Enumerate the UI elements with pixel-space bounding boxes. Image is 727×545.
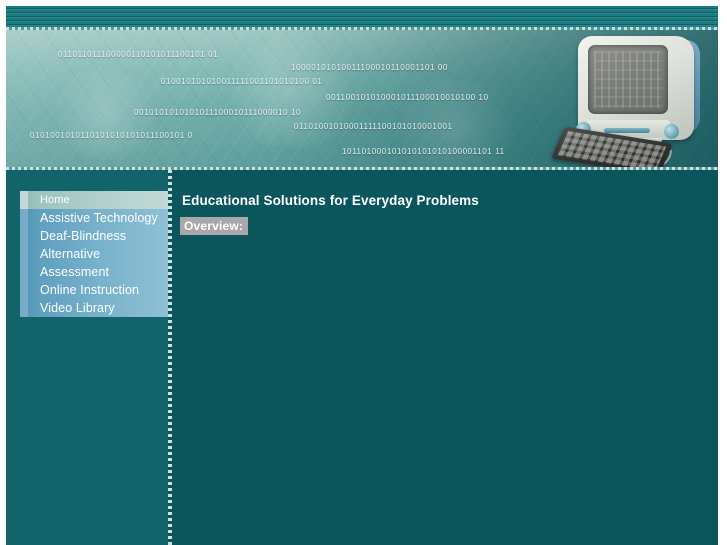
monitor-speaker-right <box>664 124 679 139</box>
main-content: Educational Solutions for Everyday Probl… <box>172 170 718 545</box>
sidebar-item-online-instruction[interactable]: Online Instruction <box>20 281 168 299</box>
sidebar: Home Assistive Technology Deaf-Blindness… <box>6 170 168 545</box>
sidebar-nav: Home Assistive Technology Deaf-Blindness… <box>20 191 168 317</box>
sidebar-item-label: Assistive Technology <box>40 211 158 225</box>
overview-heading: Overview: <box>180 217 249 235</box>
sidebar-item-label: Alternative <box>40 247 101 261</box>
sidebar-item-deaf-blindness[interactable]: Deaf-Blindness <box>20 227 168 245</box>
banner-binary-text: 011011011100000110101011100101 01 <box>58 50 219 59</box>
site-frame: 011011011100000110101011100101 01 100001… <box>6 6 718 545</box>
sidebar-item-home[interactable]: Home <box>20 191 168 209</box>
sidebar-item-label: Video Library <box>40 301 115 315</box>
sidebar-item-video-library[interactable]: Video Library <box>20 299 168 317</box>
page-title: Educational Solutions for Everyday Probl… <box>182 193 479 209</box>
monitor-screen <box>588 45 668 114</box>
site-banner: 011011011100000110101011100101 01 100001… <box>6 30 718 170</box>
sidebar-item-label: Assessment <box>40 265 110 279</box>
screen-noise <box>594 51 662 108</box>
page-root: 011011011100000110101011100101 01 100001… <box>0 0 727 545</box>
sidebar-item-label: Home <box>40 194 70 206</box>
sidebar-item-alternative[interactable]: Alternative <box>20 245 168 263</box>
banner-binary-text: 0010101010101011100010111000010 10 <box>134 108 302 117</box>
banner-binary-text: 10000101010011100010110001101 00 <box>291 63 448 72</box>
top-stripe-band <box>6 6 718 30</box>
banner-binary-text: 01101001010001111100101010001001 <box>294 122 453 131</box>
sidebar-item-label: Online Instruction <box>40 283 140 297</box>
banner-binary-text: 001100101010001011100010010100 10 <box>326 93 489 102</box>
banner-binary-text: 101101000101010101010100001101 11 <box>342 147 505 156</box>
sidebar-item-assessment[interactable]: Assessment <box>20 263 168 281</box>
computer-monitor-image <box>551 32 714 170</box>
sidebar-item-label: Deaf-Blindness <box>40 229 127 243</box>
banner-binary-text: 0101001010110101010101011100101 0 <box>30 131 193 140</box>
banner-binary-text: 010010101010011111001101010100 01 <box>161 77 323 86</box>
monitor-drive-slot <box>604 128 650 133</box>
content-area: Home Assistive Technology Deaf-Blindness… <box>6 170 718 545</box>
sidebar-item-assistive-technology[interactable]: Assistive Technology <box>20 209 168 227</box>
